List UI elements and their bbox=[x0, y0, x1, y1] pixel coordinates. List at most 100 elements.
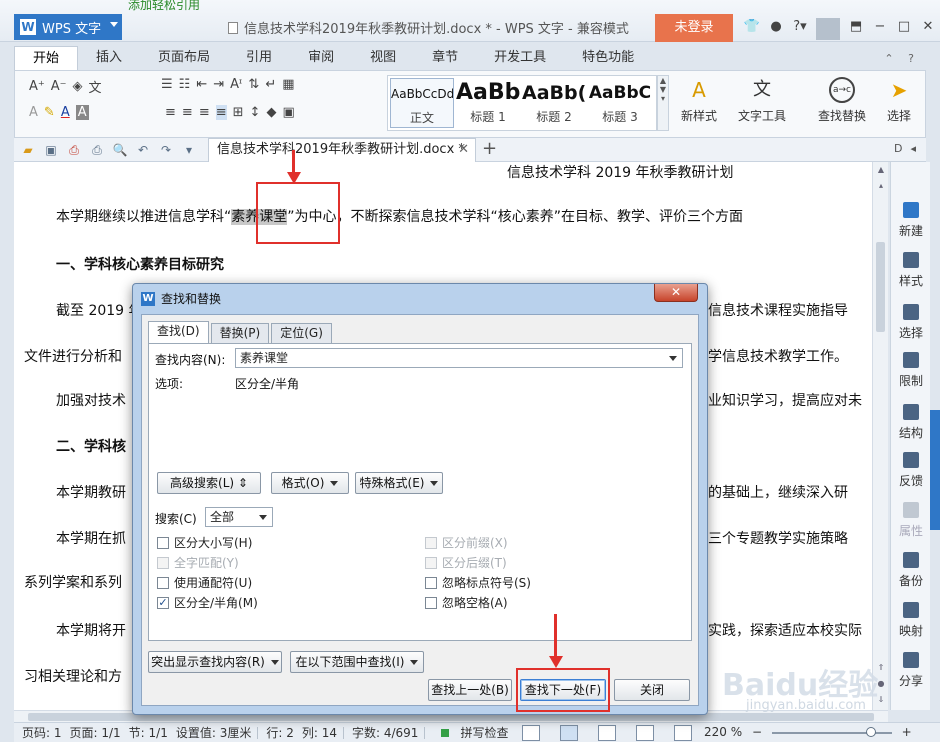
help-icon[interactable]: ?▾ bbox=[788, 16, 812, 38]
print-preview-icon[interactable]: 🔍 bbox=[112, 142, 128, 158]
justify-icon[interactable]: ≡ bbox=[215, 105, 227, 120]
minimize-icon[interactable]: − bbox=[868, 16, 892, 38]
checkbox-whole-word[interactable]: 全字匹配(Y) bbox=[157, 554, 239, 571]
find-input[interactable]: 素养课堂 bbox=[235, 348, 683, 368]
style-heading-2[interactable]: AaBb( 标题 2 bbox=[522, 78, 586, 128]
text-tools-button[interactable]: 文 文字工具 bbox=[731, 77, 793, 124]
checkbox-match-prefix[interactable]: 区分前缀(X) bbox=[425, 534, 508, 551]
login-button[interactable]: 未登录 bbox=[655, 14, 733, 42]
increase-indent-icon[interactable]: ⇥ bbox=[213, 77, 224, 92]
close-icon[interactable]: ✕ bbox=[916, 16, 940, 38]
style-normal[interactable]: AaBbCcDd 正文 bbox=[390, 78, 454, 128]
collapse-ribbon-icon[interactable]: ⌃ bbox=[880, 50, 898, 68]
decrease-indent-icon[interactable]: ⇤ bbox=[196, 77, 207, 92]
shading-icon[interactable]: ◆ bbox=[266, 105, 276, 120]
spell-check[interactable]: 拼写检查 bbox=[433, 724, 508, 741]
format-button[interactable]: 格式(O) bbox=[271, 472, 349, 494]
shirt-icon[interactable]: 👕 bbox=[740, 16, 764, 38]
align-center-icon[interactable]: ≡ bbox=[182, 105, 193, 120]
zoom-slider-knob[interactable] bbox=[865, 726, 876, 737]
find-replace-button[interactable]: a→c 查找替换 bbox=[811, 77, 873, 124]
text-effect-icon[interactable]: A bbox=[29, 105, 38, 120]
grow-font-icon[interactable]: A⁺ bbox=[29, 79, 45, 94]
help-icon[interactable]: ? bbox=[902, 50, 920, 68]
checkmark-icon[interactable]: ✓ bbox=[157, 596, 169, 609]
print-icon[interactable]: ⎙ bbox=[89, 142, 105, 158]
sort-icon[interactable]: ⇅ bbox=[248, 77, 259, 92]
tab-replace[interactable]: 替换(P) bbox=[210, 323, 270, 343]
panel-select[interactable]: 选择 bbox=[891, 304, 931, 341]
font-color-icon[interactable]: A bbox=[61, 105, 70, 120]
tab-goto[interactable]: 定位(G) bbox=[271, 323, 332, 343]
tab-page-layout[interactable]: 页面布局 bbox=[140, 46, 228, 70]
panel-restrict[interactable]: 限制 bbox=[891, 352, 931, 389]
app-menu-button[interactable]: W WPS 文字 bbox=[14, 14, 122, 40]
tab-developer[interactable]: 开发工具 bbox=[476, 46, 564, 70]
checkbox-box[interactable] bbox=[157, 556, 169, 569]
checkbox-match-case[interactable]: 区分大小写(H) bbox=[157, 534, 252, 551]
tab-insert[interactable]: 插入 bbox=[78, 46, 140, 70]
line-spacing-icon[interactable]: ↕ bbox=[250, 105, 261, 120]
style-heading-1[interactable]: AaBb 标题 1 bbox=[456, 78, 520, 128]
page-view-icon[interactable] bbox=[560, 725, 578, 741]
tab-features[interactable]: 特色功能 bbox=[564, 46, 652, 70]
select-button[interactable]: ➤ 选择 bbox=[879, 77, 919, 124]
checkbox-box[interactable] bbox=[425, 536, 437, 549]
checkbox-box[interactable] bbox=[157, 576, 169, 589]
status-words[interactable]: 字数: 4/691 bbox=[352, 724, 418, 741]
close-button[interactable]: 关闭 bbox=[614, 679, 690, 701]
checkbox-box[interactable] bbox=[425, 576, 437, 589]
new-style-button[interactable]: A 新样式 bbox=[671, 77, 727, 124]
panel-mapping[interactable]: 映射 bbox=[891, 602, 931, 639]
open-icon[interactable]: ▰ bbox=[20, 142, 36, 158]
panel-backup[interactable]: 备份 bbox=[891, 552, 931, 589]
zoom-in-icon[interactable]: + bbox=[902, 725, 912, 739]
checkbox-wildcards[interactable]: 使用通配符(U) bbox=[157, 574, 252, 591]
vertical-scrollbar[interactable]: ▲ ▴ ⇑ ● ⇓ bbox=[872, 162, 888, 710]
doc-mode-icon[interactable]: D bbox=[894, 142, 902, 155]
restore-icon[interactable]: ⬒ bbox=[844, 16, 868, 38]
close-tab-icon[interactable]: ✕ bbox=[458, 139, 469, 161]
tab-review[interactable]: 审阅 bbox=[290, 46, 352, 70]
tab-view[interactable]: 视图 bbox=[352, 46, 414, 70]
find-previous-button[interactable]: 查找上一处(B) bbox=[428, 679, 512, 701]
undo-icon[interactable]: ↶ bbox=[135, 142, 151, 158]
document-tab[interactable]: 信息技术学科2019年秋季教研计划.docx * ✕ bbox=[208, 138, 476, 162]
style-heading-3[interactable]: AaBbC 标题 3 bbox=[588, 78, 652, 128]
shrink-font-icon[interactable]: A⁻ bbox=[51, 79, 67, 94]
checkbox-box[interactable] bbox=[425, 556, 437, 569]
bullets-icon[interactable]: ☰ bbox=[161, 77, 173, 92]
tab-chapter[interactable]: 章节 bbox=[414, 46, 476, 70]
checkbox-ignore-punctuation[interactable]: 忽略标点符号(S) bbox=[425, 574, 531, 591]
distribute-icon[interactable]: ⊞ bbox=[233, 105, 244, 120]
panel-feedback[interactable]: 反馈 bbox=[891, 452, 931, 489]
scroll-up-fast-icon[interactable]: ▴ bbox=[875, 180, 887, 192]
dialog-close-button[interactable]: ✕ bbox=[654, 284, 698, 302]
zoom-out-icon[interactable]: − bbox=[752, 725, 762, 739]
customize-icon[interactable]: ▾ bbox=[181, 142, 197, 158]
find-in-button[interactable]: 在以下范围中查找(I) bbox=[290, 651, 424, 673]
reading-view-icon[interactable] bbox=[674, 725, 692, 741]
tab-home[interactable]: 开始 bbox=[14, 46, 79, 70]
char-shading-icon[interactable]: A bbox=[75, 105, 89, 120]
redo-icon[interactable]: ↷ bbox=[158, 142, 174, 158]
web-view-icon[interactable] bbox=[636, 725, 654, 741]
dialog-title-bar[interactable]: W 查找和替换 bbox=[141, 290, 221, 307]
export-pdf-icon[interactable]: ⎙ bbox=[66, 142, 82, 158]
fullscreen-view-icon[interactable] bbox=[522, 725, 540, 741]
panel-share[interactable]: 分享 bbox=[891, 652, 931, 689]
checkbox-match-width[interactable]: ✓ 区分全/半角(M) bbox=[157, 594, 258, 611]
clear-format-icon[interactable]: ◈ bbox=[73, 79, 83, 94]
outline-view-icon[interactable] bbox=[598, 725, 616, 741]
collapse-icon[interactable]: ◂ bbox=[910, 142, 916, 155]
zoom-level[interactable]: 220 % bbox=[704, 725, 742, 739]
panel-new[interactable]: 新建 bbox=[891, 202, 931, 239]
align-right-icon[interactable]: ≡ bbox=[199, 105, 210, 120]
borders-icon[interactable]: ▣ bbox=[282, 105, 294, 120]
numbering-icon[interactable]: ☷ bbox=[179, 77, 191, 92]
highlight-results-button[interactable]: 突出显示查找内容(R) bbox=[148, 651, 282, 673]
search-scope-select[interactable]: 全部 bbox=[205, 507, 273, 527]
panel-structure[interactable]: 结构 bbox=[891, 404, 931, 441]
scroll-thumb[interactable] bbox=[876, 242, 885, 332]
new-tab-button[interactable]: + bbox=[482, 138, 497, 160]
